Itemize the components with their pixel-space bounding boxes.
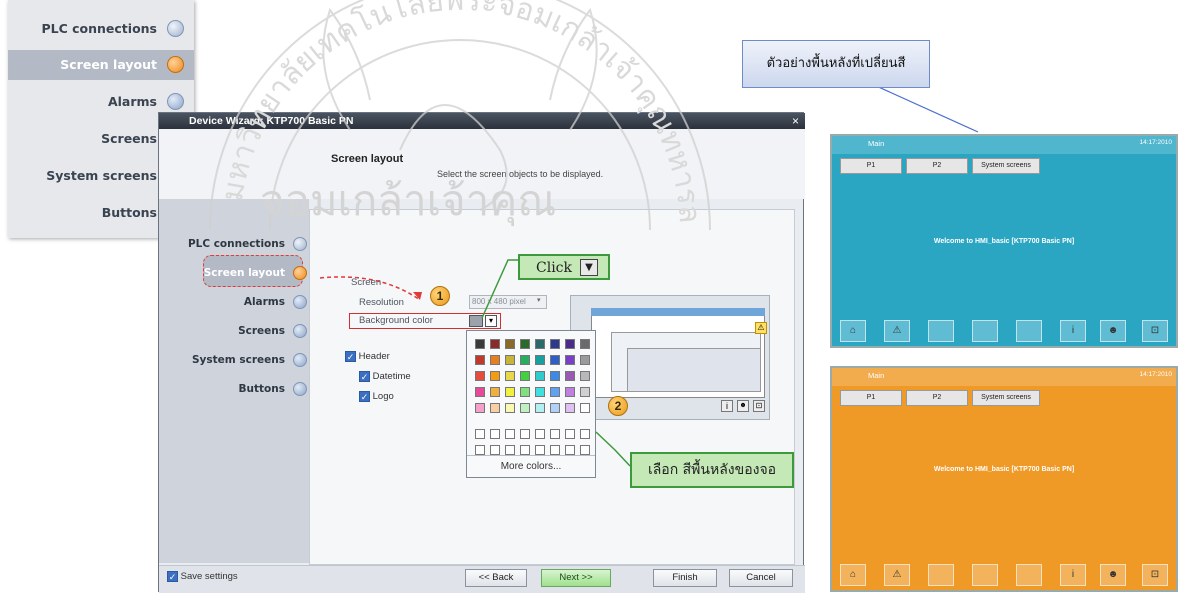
- warning-icon[interactable]: ⚠: [884, 564, 910, 586]
- hmi-screen-name: Main: [868, 371, 885, 380]
- warning-icon[interactable]: ⚠: [884, 320, 910, 342]
- user-icon[interactable]: ☻: [1100, 564, 1126, 586]
- hmi-function-button[interactable]: [972, 564, 998, 586]
- hmi-welcome-text: Welcome to HMI_basic [KTP700 Basic PN]: [933, 238, 1075, 245]
- info-icon[interactable]: i: [1060, 320, 1086, 342]
- home-icon[interactable]: ⌂: [840, 320, 866, 342]
- step-1-badge: 1: [430, 286, 450, 306]
- hmi-function-button[interactable]: [928, 320, 954, 342]
- hmi-function-button[interactable]: [1016, 320, 1042, 342]
- hmi-tab[interactable]: System screens: [972, 158, 1040, 174]
- hmi-function-button[interactable]: [972, 320, 998, 342]
- hmi-datetime: 14:17:2010: [1139, 139, 1172, 146]
- example-callout: ตัวอย่างพื้นหลังที่เปลี่ยนสี: [742, 40, 930, 88]
- info-icon[interactable]: i: [1060, 564, 1086, 586]
- hmi-screen-name: Main: [868, 139, 885, 148]
- select-background-callout: เลือก สีพื้นหลังของจอ: [630, 452, 794, 488]
- exit-icon[interactable]: ⊡: [1142, 564, 1168, 586]
- hmi-welcome-text: Welcome to HMI_basic [KTP700 Basic PN]: [933, 466, 1075, 473]
- click-callout: Click ▼: [518, 254, 610, 280]
- hmi-tab[interactable]: P2: [906, 390, 968, 406]
- step-2-badge: 2: [608, 396, 628, 416]
- home-icon[interactable]: ⌂: [840, 564, 866, 586]
- hmi-tab[interactable]: P1: [840, 158, 902, 174]
- hmi-example-blue: Main 14:17:2010 P1 P2 System screens Welcome …: [830, 134, 1178, 348]
- hmi-tab[interactable]: P1: [840, 390, 902, 406]
- user-icon[interactable]: ☻: [1100, 320, 1126, 342]
- hmi-example-orange: Main 14:17:2010 P1 P2 System screens Welcome …: [830, 366, 1178, 592]
- exit-icon[interactable]: ⊡: [1142, 320, 1168, 342]
- chevron-down-icon: ▼: [580, 259, 598, 276]
- hmi-datetime: 14:17:2010: [1139, 371, 1172, 378]
- hmi-function-button[interactable]: [1016, 564, 1042, 586]
- hmi-tab[interactable]: System screens: [972, 390, 1040, 406]
- hmi-tab[interactable]: P2: [906, 158, 968, 174]
- callout-text: Click: [536, 260, 572, 276]
- hmi-function-button[interactable]: [928, 564, 954, 586]
